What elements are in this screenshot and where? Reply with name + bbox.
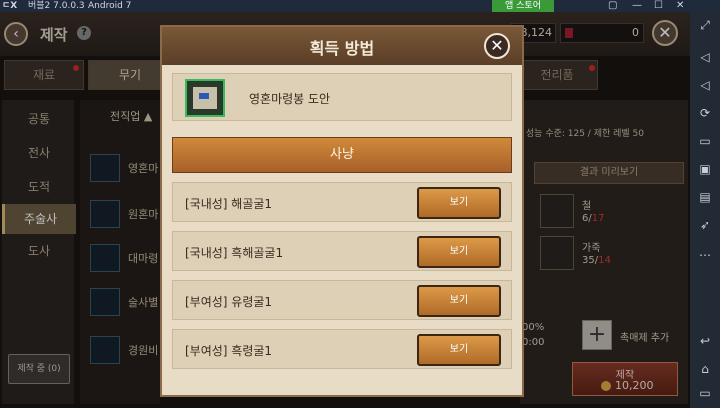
source-row: [국내성] 해골굴1 보기 [172,182,512,222]
view-button[interactable]: 보기 [417,236,501,268]
screenshot-icon[interactable]: ▣ [697,162,713,176]
modal-title: 획득 방법 [309,39,375,58]
back-nav-icon[interactable]: ↩ [697,334,713,348]
rotate-icon[interactable]: ⟳ [697,106,713,120]
section-hunting: 사냥 [172,137,512,173]
modal-body: 영혼마령봉 도안 사냥 [국내성] 해골굴1 보기 [국내성] 흑해골굴1 보기… [162,65,522,395]
source-name: [부여성] 흑령굴1 [185,344,273,358]
emulator-title: 버블2 7.0.0.3 [28,1,85,11]
home-nav-icon[interactable]: ⌂ [697,362,713,376]
fullscreen-icon[interactable]: ⤢ [697,18,713,32]
modal-header: 획득 방법 ✕ [162,27,522,65]
apk-icon[interactable]: ▤ [697,190,713,204]
target-item-box: 영혼마령봉 도안 [172,73,512,121]
view-button[interactable]: 보기 [417,334,501,366]
source-name: [국내성] 해골굴1 [185,197,273,211]
minimize-icon[interactable]: — [632,0,642,12]
volume-up-icon[interactable]: ◁ [697,50,713,64]
android-version: Android 7 [88,1,132,11]
source-name: [국내성] 흑해골굴1 [185,246,284,260]
view-button[interactable]: 보기 [417,187,501,219]
emulator-logo: ㄷX [2,1,18,11]
emulator-title-bar: ㄷX 버블2 7.0.0.3 Android 7 앱 스토어 ▢ — ☐ ✕ [0,0,720,12]
menu-icon[interactable]: ▢ [608,0,617,12]
source-row: [국내성] 흑해골굴1 보기 [172,231,512,271]
modal-close-button[interactable]: ✕ [484,33,510,59]
source-row: [부여성] 흑령굴1 보기 [172,329,512,369]
rocket-icon[interactable]: ➶ [697,218,713,232]
recents-nav-icon[interactable]: ▭ [697,386,713,400]
volume-down-icon[interactable]: ◁ [697,78,713,92]
app-store-button[interactable]: 앱 스토어 [492,0,554,12]
source-name: [부여성] 유령굴1 [185,295,273,309]
screen-icon[interactable]: ▭ [697,134,713,148]
more-icon[interactable]: ⋯ [697,248,713,262]
view-button[interactable]: 보기 [417,285,501,317]
staff-mark-icon [199,93,209,99]
window-close-icon[interactable]: ✕ [676,0,684,12]
emulator-side-toolbar: ⤢ ◁ ◁ ⟳ ▭ ▣ ▤ ➶ ⋯ ↩ ⌂ ▭ [690,12,720,408]
target-item-name: 영혼마령봉 도안 [249,92,331,106]
blueprint-icon[interactable] [185,79,225,117]
maximize-icon[interactable]: ☐ [654,0,663,12]
acquisition-modal: 획득 방법 ✕ 영혼마령봉 도안 사냥 [국내성] 해골굴1 보기 [국내성] … [160,25,524,397]
source-row: [부여성] 유령굴1 보기 [172,280,512,320]
